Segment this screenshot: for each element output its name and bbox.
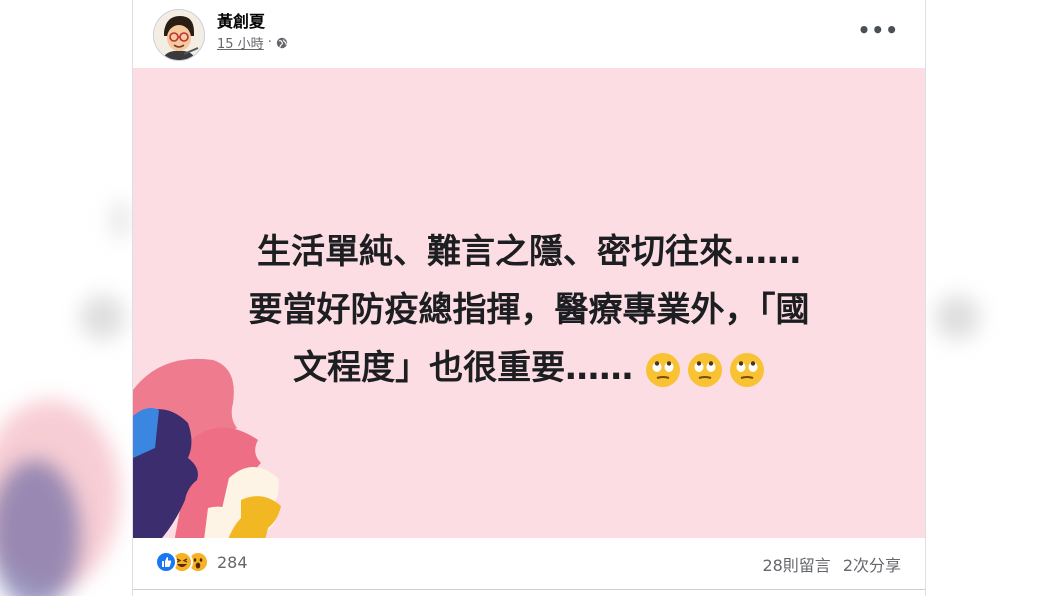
backdrop-blob [935, 295, 980, 340]
more-options-button[interactable]: ••• [858, 18, 899, 42]
footer-divider [133, 589, 925, 590]
post-text-line-1: 生活單純、難言之隱、密切往來…… [257, 232, 801, 272]
post-text-line-3: 文程度」也很重要…… [133, 339, 925, 397]
facebook-post: 黃創夏 15 小時 · ••• 生活單純、難言之隱、密切往來…… 要當好防疫總指… [132, 0, 926, 596]
eye-roll-emoji-icon [645, 352, 680, 387]
eye-roll-emoji-icon [687, 352, 722, 387]
post-meta: 15 小時 · [217, 33, 288, 52]
post-text: 生活單純、難言之隱、密切往來…… 要當好防疫總指揮，醫療專業外，「國 文程度」也… [133, 223, 925, 397]
meta-separator: · [267, 35, 272, 50]
backdrop-blob [80, 295, 125, 340]
post-header: 黃創夏 15 小時 · ••• [133, 0, 925, 68]
backdrop-blob [110, 200, 130, 240]
text-post-card: 生活單純、難言之隱、密切往來…… 要當好防疫總指揮，醫療專業外，「國 文程度」也… [133, 68, 925, 538]
eye-roll-emoji-icon [729, 352, 764, 387]
shares-link[interactable]: 2次分享 [843, 552, 901, 576]
avatar-cartoon-icon [154, 10, 204, 60]
like-icon [155, 551, 177, 573]
post-text-line-3-text: 文程度」也很重要…… [293, 348, 634, 388]
author-name[interactable]: 黃創夏 [217, 8, 265, 32]
reactions-summary[interactable]: 284 [155, 551, 248, 573]
avatar[interactable] [153, 9, 205, 61]
post-text-line-2: 要當好防疫總指揮，醫療專業外，「國 [248, 290, 810, 330]
globe-icon [276, 37, 288, 48]
post-timestamp[interactable]: 15 小時 [217, 33, 264, 52]
post-footer: 284 28則留言 2次分享 [133, 538, 925, 596]
comments-link[interactable]: 28則留言 [762, 552, 830, 576]
reaction-count: 284 [217, 552, 248, 572]
engagement-stats: 28則留言 2次分享 [762, 552, 901, 576]
